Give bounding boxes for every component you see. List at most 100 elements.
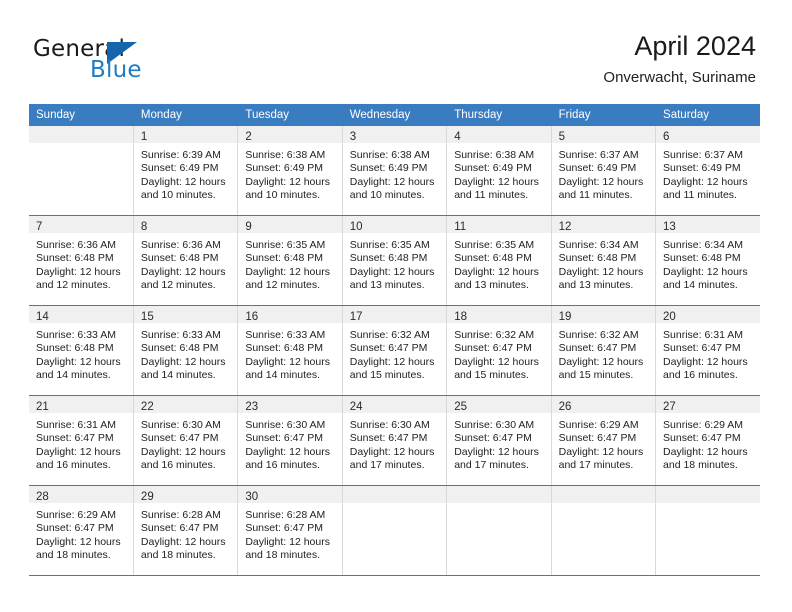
day-detail-line: Sunset: 6:48 PM — [454, 252, 532, 265]
day-detail-line: Sunset: 6:47 PM — [454, 432, 532, 445]
day-cell[interactable]: 20 Sunrise: 6:31 AM Sunset: 6:47 PM Dayligh… — [655, 305, 760, 396]
day-detail-line: Sunset: 6:48 PM — [245, 342, 323, 355]
day-details: Sunrise: 6:30 AM Sunset: 6:47 PM Daylight:… — [134, 413, 237, 473]
day-detail-line: Sunset: 6:47 PM — [245, 522, 323, 535]
day-detail-line: and 15 minutes. — [558, 369, 634, 382]
day-detail-line: Sunrise: 6:35 AM — [454, 239, 535, 251]
week-row: 28 Sunrise: 6:29 AM Sunset: 6:47 PM Dayligh… — [29, 485, 760, 576]
day-number: 18 — [454, 311, 467, 323]
day-detail-line: Sunrise: 6:38 AM — [349, 149, 430, 161]
day-detail-line: Sunrise: 6:35 AM — [349, 239, 430, 251]
day-cell[interactable]: 13 Sunrise: 6:34 AM Sunset: 6:48 PM Dayligh… — [655, 215, 760, 306]
day-cell[interactable]: 19 Sunrise: 6:32 AM Sunset: 6:47 PM Dayligh… — [551, 305, 657, 396]
day-cell[interactable]: 25 Sunrise: 6:30 AM Sunset: 6:47 PM Dayligh… — [446, 395, 552, 486]
day-detail-line: and 18 minutes. — [140, 549, 216, 562]
day-cell[interactable]: 24 Sunrise: 6:30 AM Sunset: 6:47 PM Dayligh… — [342, 395, 448, 486]
day-details — [343, 503, 446, 509]
day-details: Sunrise: 6:29 AM Sunset: 6:47 PM Daylight:… — [656, 413, 760, 473]
day-number-band: 29 — [133, 486, 238, 503]
day-detail-line: Sunrise: 6:30 AM — [349, 419, 430, 431]
day-details: Sunrise: 6:28 AM Sunset: 6:47 PM Daylight:… — [134, 503, 237, 563]
day-number-band: 7 — [29, 216, 133, 233]
day-number: 20 — [663, 311, 676, 323]
day-cell-empty — [446, 485, 552, 576]
day-cell[interactable]: 23 Sunrise: 6:30 AM Sunset: 6:47 PM Dayligh… — [237, 395, 343, 486]
weekday-header-thursday: Thursday — [446, 104, 552, 126]
day-number: 26 — [558, 401, 572, 413]
day-cell[interactable]: 7 Sunrise: 6:36 AM Sunset: 6:48 PM Daylight… — [29, 215, 134, 306]
day-number-band — [447, 486, 551, 503]
day-cell[interactable]: 11 Sunrise: 6:35 AM Sunset: 6:48 PM Dayligh… — [446, 215, 552, 306]
day-detail-line: and 12 minutes. — [140, 279, 216, 292]
day-detail-line: Sunrise: 6:29 AM — [663, 419, 743, 431]
page-subtitle: Onverwacht, Suriname — [603, 69, 756, 86]
day-details: Sunrise: 6:30 AM Sunset: 6:47 PM Daylight:… — [343, 413, 446, 473]
day-cell[interactable]: 27 Sunrise: 6:29 AM Sunset: 6:47 PM Dayligh… — [655, 395, 760, 486]
day-detail-line: and 16 minutes. — [245, 459, 321, 472]
day-details: Sunrise: 6:35 AM Sunset: 6:48 PM Daylight:… — [447, 233, 550, 293]
day-detail-line: Sunset: 6:47 PM — [558, 342, 637, 355]
day-cell[interactable]: 9 Sunrise: 6:35 AM Sunset: 6:48 PM Daylight… — [237, 215, 343, 306]
day-number-band: 22 — [133, 396, 238, 413]
week-row: 1 Sunrise: 6:39 AM Sunset: 6:49 PM Daylight… — [29, 126, 760, 216]
day-detail-line: Sunset: 6:48 PM — [140, 342, 219, 355]
day-detail-line: Sunset: 6:47 PM — [349, 432, 428, 445]
day-cell[interactable]: 12 Sunrise: 6:34 AM Sunset: 6:48 PM Dayligh… — [551, 215, 657, 306]
day-detail-line: Daylight: 12 hours — [558, 445, 644, 458]
day-details: Sunrise: 6:31 AM Sunset: 6:47 PM Daylight:… — [29, 413, 133, 473]
day-cell[interactable]: 29 Sunrise: 6:28 AM Sunset: 6:47 PM Dayligh… — [133, 485, 239, 576]
day-detail-line: Daylight: 12 hours — [558, 265, 644, 278]
day-detail-line: Daylight: 12 hours — [36, 265, 121, 278]
day-cell[interactable]: 28 Sunrise: 6:29 AM Sunset: 6:47 PM Dayligh… — [29, 485, 134, 576]
day-detail-line: Sunrise: 6:37 AM — [558, 149, 639, 161]
day-number-band — [551, 486, 656, 503]
weekday-header-wednesday: Wednesday — [342, 104, 448, 126]
day-details: Sunrise: 6:30 AM Sunset: 6:47 PM Daylight:… — [238, 413, 341, 473]
day-detail-line: Sunset: 6:47 PM — [140, 432, 219, 445]
day-cell[interactable]: 8 Sunrise: 6:36 AM Sunset: 6:48 PM Daylight… — [133, 215, 239, 306]
day-number-band: 30 — [238, 486, 342, 503]
week-row: 14 Sunrise: 6:33 AM Sunset: 6:48 PM Dayligh… — [29, 305, 760, 396]
day-number: 1 — [140, 131, 148, 143]
day-detail-line: Daylight: 12 hours — [140, 535, 226, 548]
day-number: 2 — [245, 131, 252, 143]
day-detail-line: and 18 minutes. — [36, 549, 111, 562]
day-cell[interactable]: 18 Sunrise: 6:32 AM Sunset: 6:47 PM Dayligh… — [446, 305, 552, 396]
day-cell[interactable]: 30 Sunrise: 6:28 AM Sunset: 6:47 PM Dayligh… — [237, 485, 343, 576]
day-cell[interactable]: 10 Sunrise: 6:35 AM Sunset: 6:48 PM Dayligh… — [342, 215, 448, 306]
day-cell[interactable]: 4 Sunrise: 6:38 AM Sunset: 6:49 PM Daylight… — [446, 126, 552, 216]
day-number: 21 — [36, 401, 49, 413]
day-number: 12 — [558, 221, 572, 233]
day-details: Sunrise: 6:32 AM Sunset: 6:47 PM Daylight:… — [447, 323, 550, 383]
day-number: 30 — [245, 491, 259, 503]
day-detail-line: and 11 minutes. — [663, 189, 737, 202]
day-detail-line: Daylight: 12 hours — [454, 355, 539, 368]
day-number: 15 — [140, 311, 154, 323]
day-cell[interactable]: 5 Sunrise: 6:37 AM Sunset: 6:49 PM Daylight… — [551, 126, 657, 216]
day-detail-line: and 10 minutes. — [245, 189, 321, 202]
day-cell[interactable]: 1 Sunrise: 6:39 AM Sunset: 6:49 PM Daylight… — [133, 126, 239, 216]
day-detail-line: and 14 minutes. — [245, 369, 321, 382]
day-detail-line: Sunset: 6:47 PM — [245, 432, 323, 445]
day-cell[interactable]: 15 Sunrise: 6:33 AM Sunset: 6:48 PM Dayligh… — [133, 305, 239, 396]
day-cell[interactable]: 14 Sunrise: 6:33 AM Sunset: 6:48 PM Dayligh… — [29, 305, 134, 396]
day-cell[interactable]: 16 Sunrise: 6:33 AM Sunset: 6:48 PM Dayligh… — [237, 305, 343, 396]
day-detail-line: Sunset: 6:47 PM — [663, 342, 741, 355]
day-cell[interactable]: 17 Sunrise: 6:32 AM Sunset: 6:47 PM Dayligh… — [342, 305, 448, 396]
day-cell[interactable]: 2 Sunrise: 6:38 AM Sunset: 6:49 PM Daylight… — [237, 126, 343, 216]
logo-text-blue: Blue — [90, 57, 142, 83]
day-details — [447, 503, 550, 509]
general-blue-logo[interactable]: General Blue — [33, 36, 213, 92]
day-cell[interactable]: 3 Sunrise: 6:38 AM Sunset: 6:49 PM Daylight… — [342, 126, 448, 216]
day-number-band: 1 — [133, 126, 238, 143]
day-cell[interactable]: 21 Sunrise: 6:31 AM Sunset: 6:47 PM Dayligh… — [29, 395, 134, 486]
day-details: Sunrise: 6:29 AM Sunset: 6:47 PM Daylight:… — [29, 503, 133, 563]
day-cell[interactable]: 6 Sunrise: 6:37 AM Sunset: 6:49 PM Daylight… — [655, 126, 760, 216]
day-detail-line: Sunset: 6:48 PM — [245, 252, 323, 265]
day-number-band: 11 — [447, 216, 551, 233]
day-details: Sunrise: 6:38 AM Sunset: 6:49 PM Daylight:… — [238, 143, 341, 203]
day-detail-line: Daylight: 12 hours — [245, 445, 330, 458]
day-cell[interactable]: 26 Sunrise: 6:29 AM Sunset: 6:47 PM Dayligh… — [551, 395, 657, 486]
day-cell[interactable]: 22 Sunrise: 6:30 AM Sunset: 6:47 PM Dayligh… — [133, 395, 239, 486]
day-number: 5 — [558, 131, 566, 143]
